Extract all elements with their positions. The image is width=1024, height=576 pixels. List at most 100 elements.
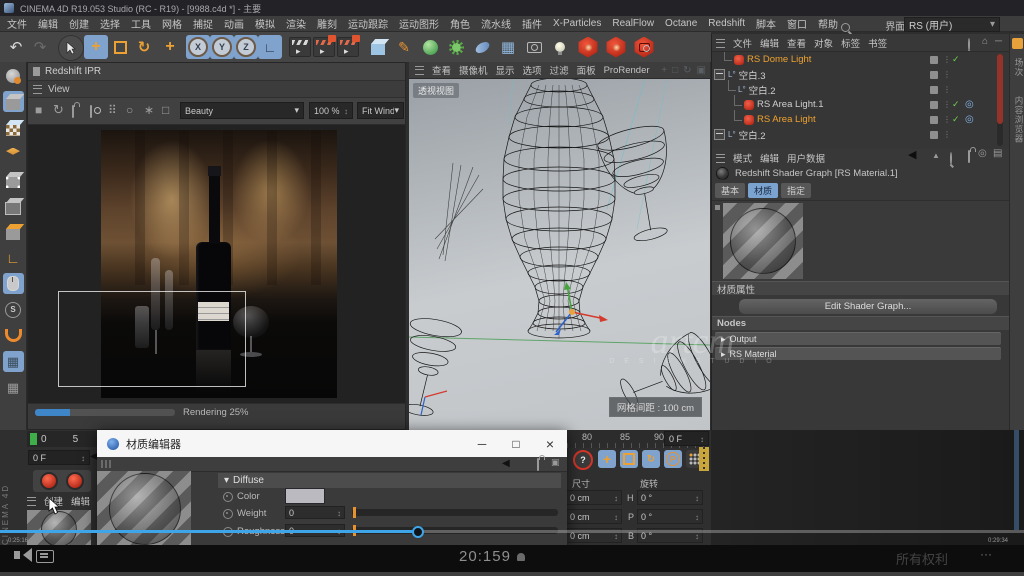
vp-menu-cameras[interactable]: 摄像机	[459, 63, 488, 77]
menu-render[interactable]: 渲染	[286, 16, 306, 31]
circle-region-icon[interactable]: ○	[126, 103, 133, 117]
frame-field-2[interactable]: 0 F	[664, 431, 709, 446]
render-view-button[interactable]	[288, 35, 312, 59]
object-mode-button[interactable]	[3, 91, 24, 112]
history-back-icon[interactable]: ◀	[908, 148, 916, 161]
coord-rotate-button[interactable]: ↻	[642, 450, 660, 468]
render-settings-button[interactable]	[336, 35, 360, 59]
om-menu-bookmarks[interactable]: 书签	[868, 36, 887, 50]
layer-chip-icon[interactable]	[930, 86, 938, 94]
mew-lock-icon[interactable]	[537, 458, 539, 471]
menu-simulate[interactable]: 模拟	[255, 16, 275, 31]
lock-z-axis-button[interactable]: Z	[234, 35, 258, 59]
om-menu-file[interactable]: 文件	[733, 36, 752, 50]
back-arrow-icon[interactable]: ◀	[502, 458, 510, 469]
am-panel-icon[interactable]: ▤	[993, 148, 1002, 159]
object-row-rs-dome-light[interactable]: RS Dome Light	[712, 52, 1009, 67]
state-dots-icon[interactable]	[943, 55, 951, 64]
coord-scale-button[interactable]	[620, 450, 638, 468]
am-menu-edit[interactable]: 编辑	[760, 151, 779, 165]
coord-move-button[interactable]: +	[598, 450, 616, 468]
key-bullet-icon[interactable]	[223, 492, 233, 502]
state-dots-icon[interactable]	[943, 85, 951, 94]
render-picture-viewer-button[interactable]	[312, 35, 336, 59]
texture-mode-button[interactable]	[3, 117, 24, 138]
snap-magnet-button[interactable]	[3, 325, 24, 346]
pan-view-icon[interactable]: +	[661, 65, 667, 76]
up-arrow-icon[interactable]: ▲	[932, 151, 940, 160]
menu-plugins[interactable]: 插件	[522, 16, 542, 31]
vp-menu-options[interactable]: 选项	[523, 63, 542, 77]
key-bullet-icon[interactable]	[223, 509, 233, 519]
mew-panel-icon[interactable]: ▣	[551, 457, 560, 468]
om-menu-view[interactable]: 查看	[787, 36, 806, 50]
rs-dome-light-button[interactable]	[576, 35, 600, 59]
layer-chip-icon[interactable]	[930, 131, 938, 139]
layer-chip-icon[interactable]	[930, 71, 938, 79]
grid-dots-icon[interactable]: ⠿	[108, 103, 117, 117]
menu-grip-icon[interactable]	[27, 497, 36, 506]
om-scroll-thumb[interactable]	[997, 54, 1003, 124]
am-lock-icon[interactable]	[968, 150, 970, 163]
render-pass-dropdown[interactable]: Beauty▾	[180, 102, 304, 119]
timeline-marker[interactable]	[30, 433, 37, 445]
rotate-tool-button[interactable]: ↻	[132, 35, 156, 59]
menu-script[interactable]: 脚本	[756, 16, 776, 31]
axis-mode-button[interactable]: ∟	[3, 247, 24, 268]
menu-mesh[interactable]: 网格	[162, 16, 182, 31]
am-target-icon[interactable]: ◎	[978, 148, 987, 159]
am-menu-mode[interactable]: 模式	[733, 151, 752, 165]
menu-redshift[interactable]: Redshift	[708, 18, 745, 29]
add-cube-button[interactable]	[366, 35, 390, 59]
tab-basic[interactable]: 基本	[715, 183, 745, 198]
workplane-lock-button[interactable]: ▦	[3, 351, 24, 372]
vp-menu-panel[interactable]: 面板	[577, 63, 596, 77]
om-menu-edit[interactable]: 编辑	[760, 36, 779, 50]
enabled-check-icon[interactable]	[952, 54, 960, 65]
object-row-null2-child[interactable]: 空白.2	[712, 82, 1009, 97]
toggle-view-icon[interactable]: ▣	[697, 65, 706, 76]
tab-takes[interactable]: 场次	[1013, 58, 1024, 77]
filmstrip-icon[interactable]	[699, 447, 709, 471]
menu-xparticles[interactable]: X-Particles	[553, 18, 601, 29]
layer-chip-icon[interactable]	[930, 101, 938, 109]
soft-selection-button[interactable]: S	[3, 299, 24, 320]
light-button[interactable]	[548, 35, 572, 59]
subdivision-surface-button[interactable]	[418, 35, 442, 59]
weight-slider-handle[interactable]	[353, 507, 356, 518]
viewport-solo-button[interactable]	[3, 273, 24, 294]
close-button[interactable]: ×	[533, 430, 567, 457]
weight-slider[interactable]	[352, 509, 558, 516]
menu-motion-tracker[interactable]: 运动跟踪	[348, 16, 388, 31]
rotation-p-field[interactable]: 0 °	[637, 509, 703, 524]
environment-button[interactable]	[470, 35, 494, 59]
edges-mode-button[interactable]	[3, 195, 24, 216]
restart-render-button[interactable]: ↻	[53, 103, 64, 117]
edit-shader-graph-button[interactable]: Edit Shader Graph...	[738, 298, 998, 315]
current-frame-field[interactable]: 0 F	[28, 450, 90, 465]
material-props-header[interactable]: 材质属性	[712, 281, 1009, 295]
vp-menu-prorender[interactable]: ProRender	[604, 65, 650, 76]
lock-y-axis-button[interactable]: Y	[210, 35, 234, 59]
tab-assign[interactable]: 指定	[781, 183, 811, 198]
redo-button[interactable]: ↷	[28, 35, 52, 59]
menu-grip-icon[interactable]	[33, 85, 42, 94]
move-tool-button[interactable]: +	[84, 35, 108, 59]
snapshot-camera-icon[interactable]	[90, 105, 92, 118]
stop-render-button[interactable]: ■	[35, 103, 42, 117]
material-thumb[interactable]	[27, 510, 91, 546]
vp-menu-display[interactable]: 显示	[496, 63, 515, 77]
state-dots-icon[interactable]	[943, 70, 951, 79]
mew-material-preview[interactable]	[97, 471, 191, 546]
size-x-field[interactable]: 0 cm	[566, 490, 622, 505]
menu-octane[interactable]: Octane	[665, 18, 697, 29]
points-mode-button[interactable]	[3, 169, 24, 190]
menu-edit[interactable]: 编辑	[38, 16, 58, 31]
object-row-rs-area-light-1[interactable]: RS Area Light.1	[712, 97, 1009, 112]
menu-character[interactable]: 角色	[450, 16, 470, 31]
menu-grip-icon[interactable]	[415, 66, 424, 75]
record-button[interactable]	[40, 472, 58, 490]
polygons-mode-button[interactable]	[3, 221, 24, 242]
workplane-align-button[interactable]: ▦	[3, 377, 24, 398]
am-menu-user-data[interactable]: 用户数据	[787, 151, 825, 165]
